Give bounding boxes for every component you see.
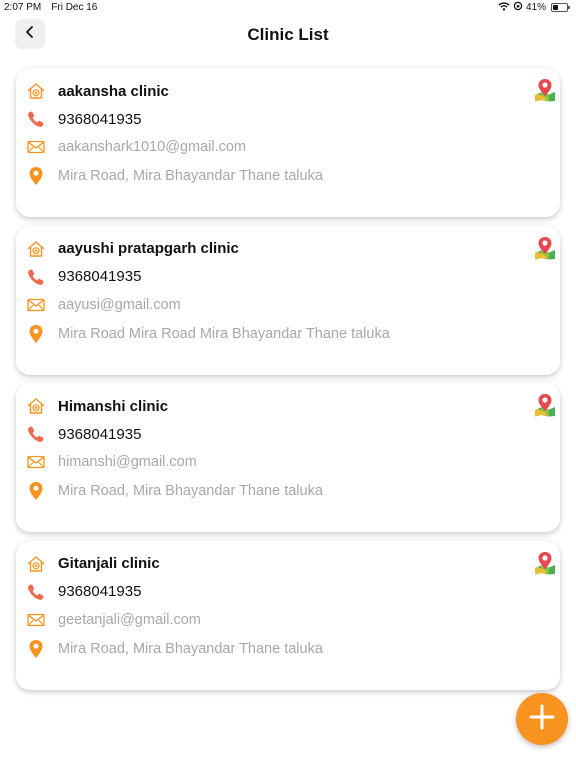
wifi-icon — [498, 1, 510, 14]
page-title: Clinic List — [247, 25, 329, 44]
clinic-address-row: Mira Road Mira Road Mira Bhayandar Thane… — [26, 324, 390, 344]
map-location-icon[interactable] — [534, 236, 556, 260]
clinic-email-row: himanshi@gmail.com — [26, 452, 197, 472]
clinic-list-screen: 2:07 PM Fri Dec 16 41% Clinic List aakan… — [0, 0, 576, 768]
location-pin-icon — [26, 481, 46, 501]
mail-icon — [26, 610, 46, 630]
clinic-building-icon — [26, 81, 46, 101]
phone-icon — [26, 109, 46, 129]
clinic-phone: 9368041935 — [58, 110, 142, 128]
location-pin-icon — [26, 166, 46, 186]
clinic-email-row: aayusi@gmail.com — [26, 295, 181, 315]
plus-icon — [529, 704, 555, 735]
map-location-icon[interactable] — [534, 551, 556, 575]
clinic-card[interactable]: Gitanjali clinic 9368041935 geetanjali@g… — [16, 540, 560, 690]
clinic-name-row: aayushi pratapgarh clinic — [26, 239, 239, 259]
phone-icon — [26, 424, 46, 444]
clinic-phone: 9368041935 — [58, 583, 142, 600]
phone-icon — [26, 267, 46, 287]
status-time: 2:07 PM — [4, 2, 42, 13]
clinic-name: aakansha clinic — [58, 82, 169, 100]
mail-icon — [26, 452, 46, 472]
clinic-name: aayushi pratapgarh clinic — [58, 240, 239, 257]
battery-icon — [551, 3, 570, 12]
clinic-email: aayusi@gmail.com — [58, 296, 181, 313]
map-location-icon[interactable] — [534, 393, 556, 417]
clinic-email: geetanjali@gmail.com — [58, 611, 201, 628]
clinic-address: Mira Road, Mira Bhayandar Thane taluka — [58, 483, 323, 499]
location-pin-icon — [26, 324, 46, 344]
clinic-name-row: Gitanjali clinic — [26, 554, 160, 574]
clinic-address: Mira Road Mira Road Mira Bhayandar Thane… — [58, 325, 390, 342]
clinic-address-row: Mira Road, Mira Bhayandar Thane taluka — [26, 639, 323, 659]
clinic-phone-row: 9368041935 — [26, 424, 141, 444]
clinic-email: aakanshark1010@gmail.com — [58, 139, 247, 155]
clinic-email: himanshi@gmail.com — [58, 454, 197, 470]
header: Clinic List — [0, 16, 576, 54]
clinic-name: Himanshi clinic — [58, 397, 169, 415]
clinic-name: Gitanjali clinic — [58, 555, 160, 572]
clinic-building-icon — [26, 554, 46, 574]
phone-icon — [26, 582, 46, 602]
map-location-icon[interactable] — [534, 78, 556, 102]
clinic-building-icon — [26, 396, 46, 416]
clinic-address-row: Mira Road, Mira Bhayandar Thane taluka — [26, 481, 323, 501]
status-date: Fri Dec 16 — [51, 2, 98, 13]
mail-icon — [26, 295, 46, 315]
clinic-name-row: Himanshi clinic — [26, 396, 168, 416]
clinic-phone: 9368041935 — [58, 425, 142, 443]
status-bar: 2:07 PM Fri Dec 16 41% — [0, 0, 576, 14]
status-left: 2:07 PM Fri Dec 16 — [4, 2, 97, 13]
clinic-address: Mira Road, Mira Bhayandar Thane taluka — [58, 168, 323, 184]
battery-fill — [553, 5, 559, 10]
clinic-building-icon — [26, 239, 46, 259]
status-right: 41% — [498, 1, 570, 14]
clinic-card[interactable]: aayushi pratapgarh clinic 9368041935 aay… — [16, 225, 560, 375]
clinic-phone-row: 9368041935 — [26, 582, 141, 602]
clinic-card[interactable]: aakansha clinic 9368041935 aakanshark101… — [16, 68, 560, 217]
clinic-name-row: aakansha clinic — [26, 81, 169, 101]
clinic-list: aakansha clinic 9368041935 aakanshark101… — [16, 68, 560, 698]
add-clinic-button[interactable] — [516, 693, 568, 745]
location-pin-icon — [26, 639, 46, 659]
battery-percent: 41% — [525, 2, 546, 13]
clinic-email-row: geetanjali@gmail.com — [26, 610, 201, 630]
clinic-phone-row: 9368041935 — [26, 109, 141, 129]
clinic-address-row: Mira Road, Mira Bhayandar Thane taluka — [26, 166, 323, 186]
clinic-address: Mira Road, Mira Bhayandar Thane taluka — [58, 640, 323, 657]
battery-tip — [568, 6, 570, 9]
clinic-email-row: aakanshark1010@gmail.com — [26, 137, 246, 157]
clinic-card[interactable]: Himanshi clinic 9368041935 himanshi@gmai… — [16, 383, 560, 532]
clinic-phone: 9368041935 — [58, 268, 142, 285]
orientation-lock-icon — [513, 1, 523, 14]
clinic-phone-row: 9368041935 — [26, 267, 141, 287]
mail-icon — [26, 137, 46, 157]
